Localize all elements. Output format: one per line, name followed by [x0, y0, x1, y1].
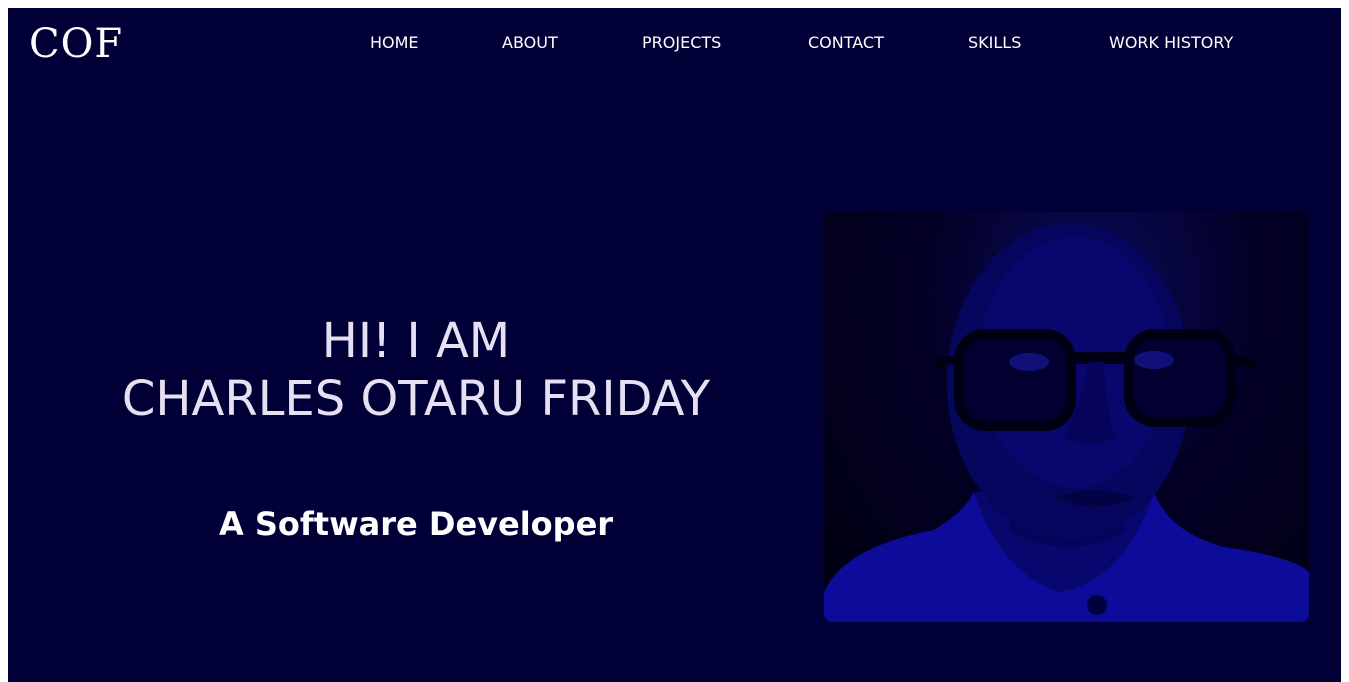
nav-item-skills[interactable]: SKILLS	[968, 32, 1021, 54]
portrait-image	[824, 224, 1309, 622]
nav-item-home[interactable]: HOME	[370, 32, 419, 54]
profile-photo	[824, 212, 1309, 622]
nav-item-about[interactable]: ABOUT	[502, 32, 558, 54]
nav-item-projects[interactable]: PROJECTS	[642, 32, 721, 54]
nav-item-work-history[interactable]: WORK HISTORY	[1109, 32, 1233, 54]
main-nav: HOME ABOUT PROJECTS CONTACT SKILLS WORK …	[8, 32, 1341, 56]
hero-heading: HI! I AM CHARLES OTARU FRIDAY	[48, 312, 784, 428]
hero-name: CHARLES OTARU FRIDAY	[121, 371, 711, 427]
hero-greeting: HI! I AM	[321, 313, 511, 369]
nav-item-contact[interactable]: CONTACT	[808, 32, 884, 54]
hero-role: A Software Developer	[218, 505, 614, 543]
page-frame: COF HOME ABOUT PROJECTS CONTACT SKILLS W…	[8, 8, 1341, 682]
